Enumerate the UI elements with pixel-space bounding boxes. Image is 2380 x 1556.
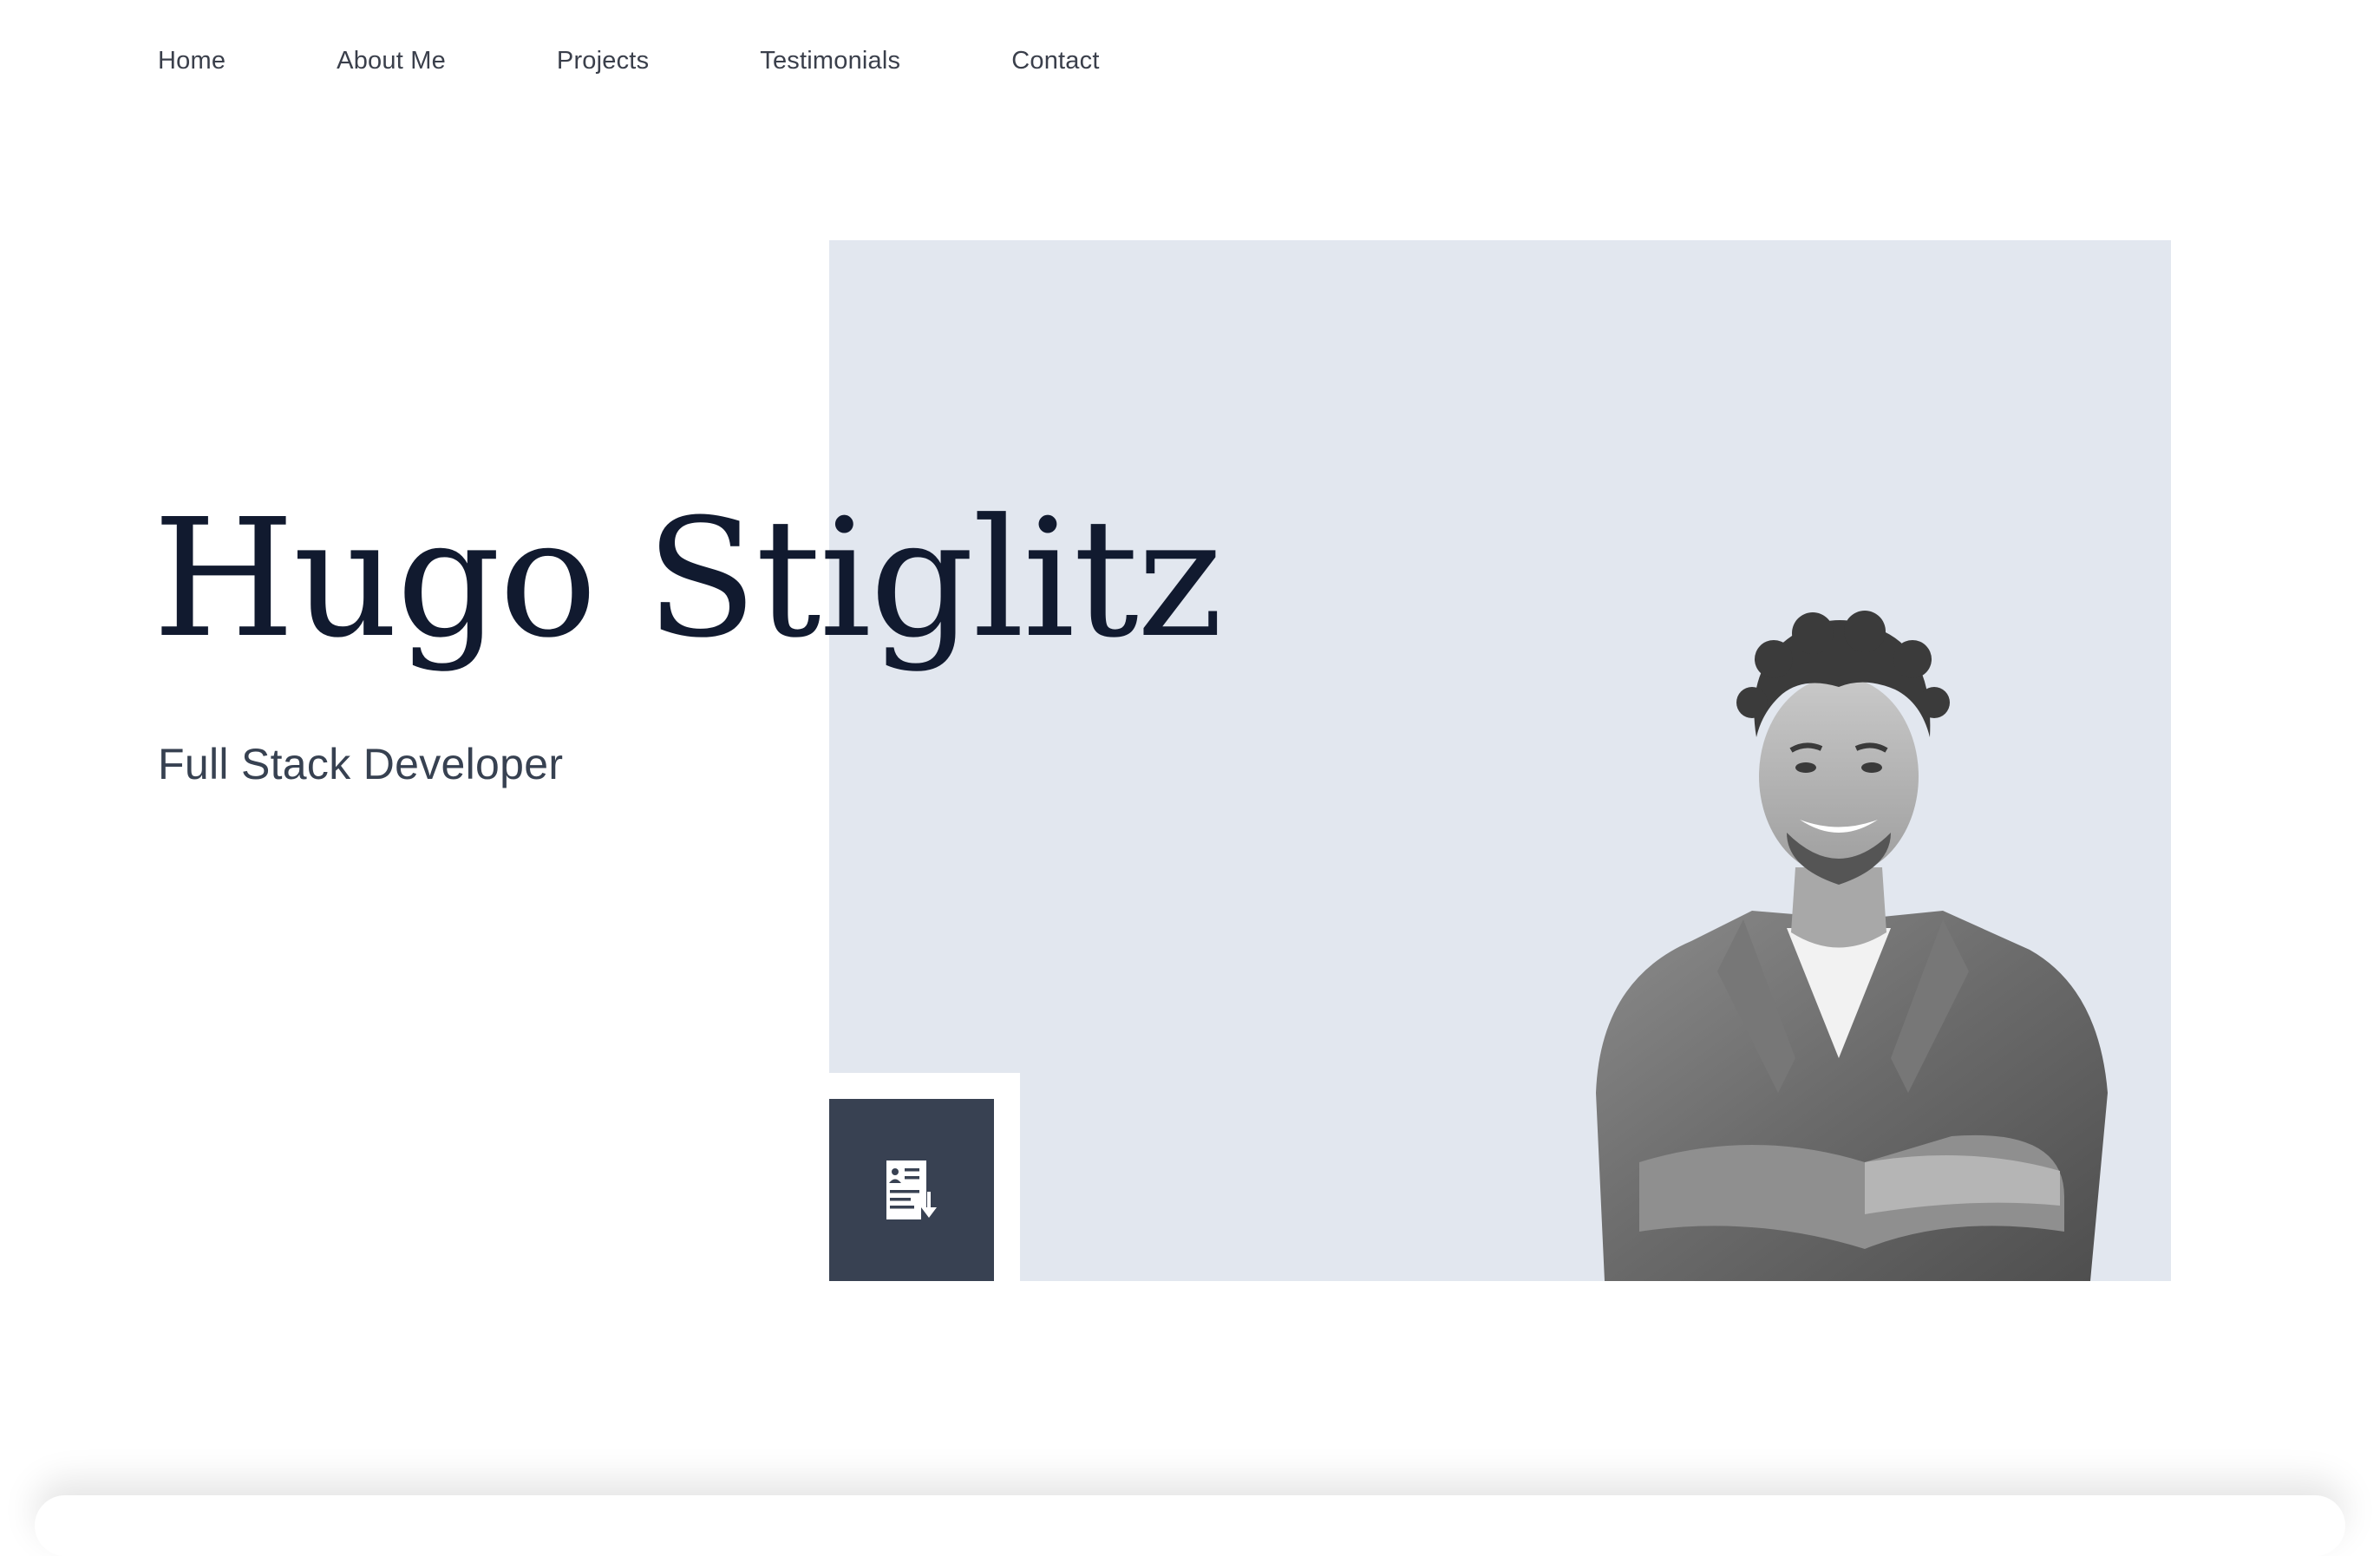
nav-testimonials[interactable]: Testimonials (760, 45, 900, 76)
resume-download-icon (886, 1160, 937, 1219)
hero-name: Hugo Stiglitz (153, 484, 1223, 674)
hero-role: Full Stack Developer (158, 740, 564, 788)
nav-projects[interactable]: Projects (557, 45, 649, 76)
nav-about-me[interactable]: About Me (337, 45, 446, 76)
nav-contact[interactable]: Contact (1011, 45, 1099, 76)
main-nav: Home About Me Projects Testimonials Cont… (158, 45, 1211, 76)
next-section-edge (35, 1495, 2345, 1556)
portrait-photo (1596, 611, 2108, 1281)
nav-home[interactable]: Home (158, 45, 226, 76)
download-resume-button[interactable] (829, 1099, 994, 1281)
